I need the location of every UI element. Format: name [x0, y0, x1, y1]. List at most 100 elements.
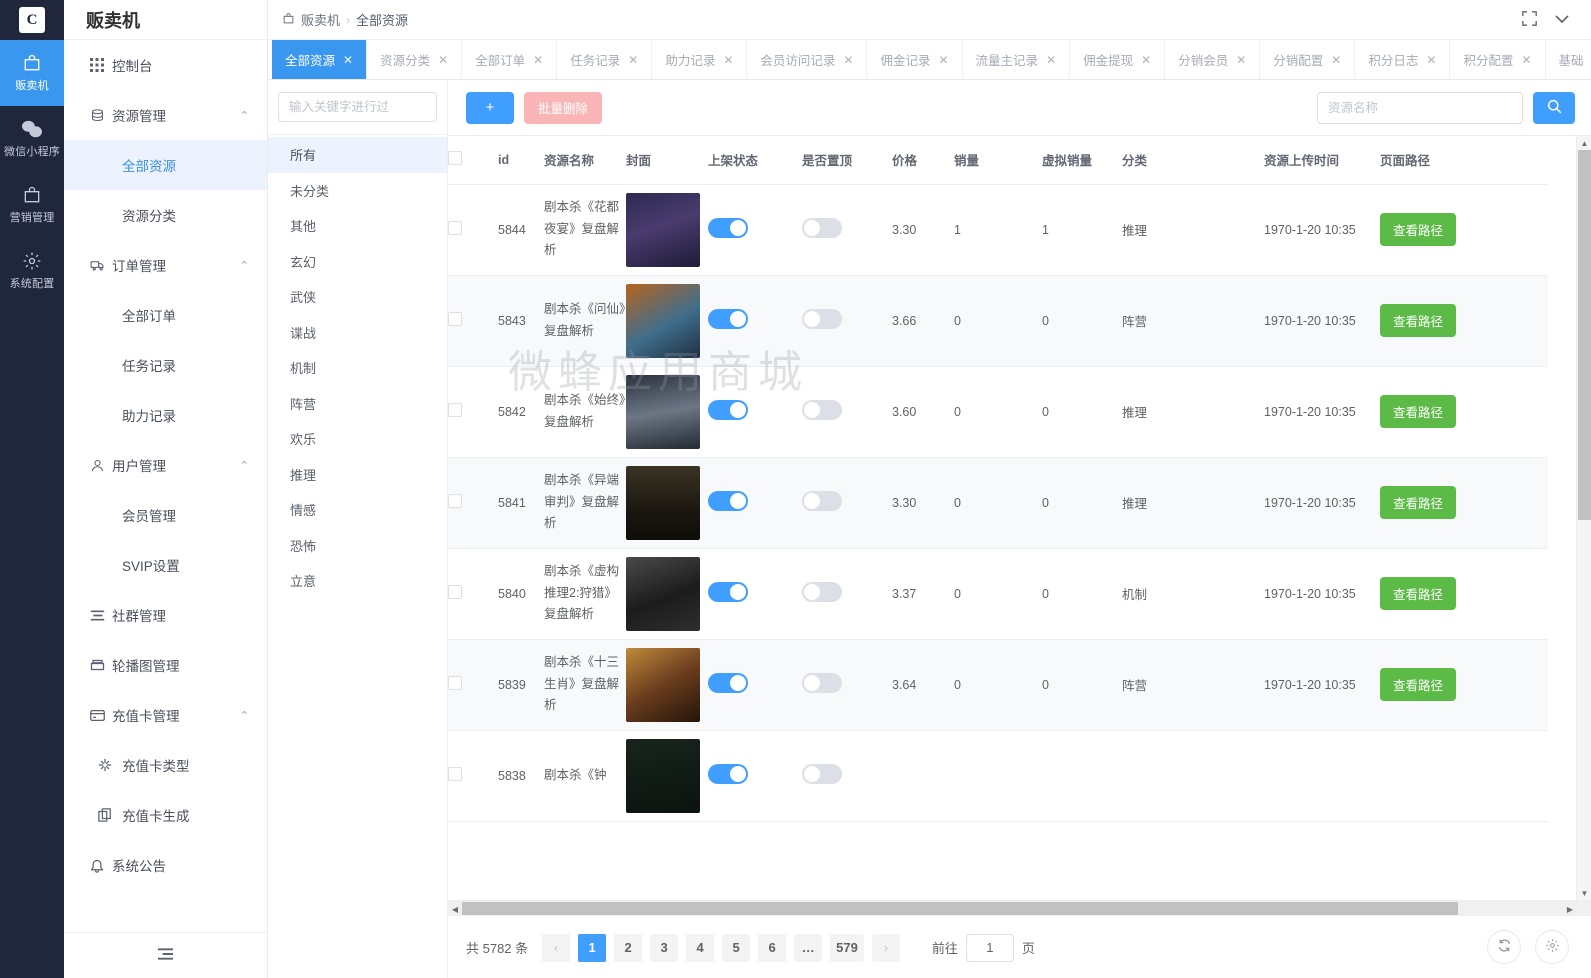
close-icon[interactable]: ✕ — [843, 53, 853, 67]
tab-distribution-config[interactable]: 分销配置 ✕ — [1260, 40, 1356, 79]
pinned-toggle[interactable] — [802, 400, 842, 420]
pinned-toggle[interactable] — [802, 764, 842, 784]
prev-page-button[interactable]: ‹ — [542, 933, 571, 962]
on-shelf-toggle[interactable] — [708, 491, 748, 511]
table-row[interactable]: 5844 剧本杀《花都夜宴》复盘解析 3.30 1 1 推理 1970-1-20… — [448, 184, 1548, 276]
close-icon[interactable]: ✕ — [1046, 53, 1056, 67]
select-all-checkbox[interactable] — [448, 151, 462, 166]
tab-task-records[interactable]: 任务记录 ✕ — [557, 40, 653, 79]
table-row[interactable]: 5839 剧本杀《十三生肖》复盘解析 3.64 0 0 阵营 1970-1-20… — [448, 639, 1548, 731]
category-item-diezhan[interactable]: 谍战 — [268, 315, 447, 351]
category-item-xuanhuan[interactable]: 玄幻 — [268, 244, 447, 280]
tab-all-resources[interactable]: 全部资源 ✕ — [272, 40, 368, 79]
sidebar-item-community-mgmt[interactable]: 社群管理 — [64, 590, 267, 640]
pinned-toggle[interactable] — [802, 582, 842, 602]
close-icon[interactable]: ✕ — [438, 53, 448, 67]
view-path-button[interactable]: 查看路径 — [1380, 213, 1457, 246]
page-ellipsis[interactable]: … — [794, 933, 823, 962]
settings-button[interactable] — [1535, 930, 1569, 964]
table-row[interactable]: 5842 剧本杀《始终》复盘解析 3.60 0 0 推理 1970-1-20 1… — [448, 366, 1548, 458]
scroll-left-arrow[interactable]: ◀ — [448, 901, 462, 917]
close-icon[interactable]: ✕ — [628, 53, 638, 67]
tab-traffic-records[interactable]: 流量主记录 ✕ — [963, 40, 1071, 79]
close-icon[interactable]: ✕ — [1331, 53, 1341, 67]
on-shelf-toggle[interactable] — [708, 673, 748, 693]
sidebar-item-recharge-card-generate[interactable]: 充值卡生成 — [64, 790, 267, 840]
resource-search-input[interactable] — [1317, 91, 1523, 124]
row-checkbox[interactable] — [448, 221, 462, 235]
close-icon[interactable]: ✕ — [723, 53, 733, 67]
on-shelf-toggle[interactable] — [708, 582, 748, 602]
page-button-3[interactable]: 3 — [650, 933, 679, 962]
pinned-toggle[interactable] — [802, 309, 842, 329]
sidebar-item-recharge-card-mgmt[interactable]: 充值卡管理 ⌃ — [64, 690, 267, 740]
on-shelf-toggle[interactable] — [708, 764, 748, 784]
scroll-up-arrow[interactable]: ▲ — [1577, 136, 1591, 150]
tab-member-visit-records[interactable]: 会员访问记录 ✕ — [747, 40, 868, 79]
scroll-down-arrow[interactable]: ▼ — [1577, 886, 1591, 900]
rail-item-system-config[interactable]: 系统配置 — [0, 238, 64, 304]
row-checkbox[interactable] — [448, 676, 462, 690]
row-checkbox[interactable] — [448, 312, 462, 326]
category-item-huanle[interactable]: 欢乐 — [268, 421, 447, 457]
rail-item-wechat-mini[interactable]: 微信小程序 — [0, 106, 64, 172]
close-icon[interactable]: ✕ — [533, 53, 543, 67]
tab-resource-category[interactable]: 资源分类 ✕ — [367, 40, 463, 79]
tab-distribution-members[interactable]: 分销会员 ✕ — [1165, 40, 1261, 79]
sidebar-item-svip-settings[interactable]: SVIP设置 — [64, 540, 267, 590]
on-shelf-toggle[interactable] — [708, 309, 748, 329]
sidebar-item-all-resources[interactable]: 全部资源 — [64, 140, 267, 190]
sidebar-item-carousel-mgmt[interactable]: 轮播图管理 — [64, 640, 267, 690]
tab-points-log[interactable]: 积分日志 ✕ — [1355, 40, 1451, 79]
category-item-wuxia[interactable]: 武侠 — [268, 279, 447, 315]
category-item-uncategorized[interactable]: 未分类 — [268, 173, 447, 209]
pinned-toggle[interactable] — [802, 218, 842, 238]
rail-item-marketing[interactable]: 营销管理 — [0, 172, 64, 238]
tab-basic[interactable]: 基础 — [1546, 40, 1591, 79]
table-row[interactable]: 5841 剧本杀《异端审判》复盘解析 3.30 0 0 推理 1970-1-20… — [448, 457, 1548, 549]
tab-points-config[interactable]: 积分配置 ✕ — [1450, 40, 1546, 79]
tab-commission-withdraw[interactable]: 佣金提现 ✕ — [1070, 40, 1166, 79]
category-item-qinggan[interactable]: 情感 — [268, 492, 447, 528]
pinned-toggle[interactable] — [802, 491, 842, 511]
page-jump-input[interactable] — [965, 933, 1014, 962]
sidebar-item-order-mgmt[interactable]: 订单管理 ⌃ — [64, 240, 267, 290]
horizontal-scrollbar[interactable]: ◀ ▶ — [448, 900, 1591, 916]
tab-all-orders[interactable]: 全部订单 ✕ — [462, 40, 558, 79]
sidebar-item-assist-records[interactable]: 助力记录 — [64, 390, 267, 440]
sidebar-item-console[interactable]: 控制台 — [64, 40, 267, 90]
sidebar-item-system-notice[interactable]: 系统公告 — [64, 840, 267, 890]
rail-item-vending[interactable]: 贩卖机 — [0, 40, 64, 106]
tab-commission-records[interactable]: 佣金记录 ✕ — [867, 40, 963, 79]
close-icon[interactable]: ✕ — [1141, 53, 1151, 67]
view-path-button[interactable]: 查看路径 — [1380, 395, 1457, 428]
sidebar-collapse-button[interactable] — [64, 932, 267, 978]
row-checkbox[interactable] — [448, 585, 462, 599]
page-button-5[interactable]: 5 — [722, 933, 751, 962]
category-item-jizhi[interactable]: 机制 — [268, 350, 447, 386]
close-icon[interactable]: ✕ — [1426, 53, 1436, 67]
bulk-delete-button[interactable]: 批量删除 — [524, 91, 603, 124]
on-shelf-toggle[interactable] — [708, 218, 748, 238]
view-path-button[interactable]: 查看路径 — [1380, 486, 1457, 519]
sidebar-item-resource-mgmt[interactable]: 资源管理 ⌃ — [64, 90, 267, 140]
sidebar-item-all-orders[interactable]: 全部订单 — [64, 290, 267, 340]
category-item-tuili[interactable]: 推理 — [268, 457, 447, 493]
vertical-scroll-thumb[interactable] — [1578, 150, 1591, 520]
page-button-1[interactable]: 1 — [578, 933, 607, 962]
on-shelf-toggle[interactable] — [708, 400, 748, 420]
close-icon[interactable]: ✕ — [1236, 53, 1246, 67]
pinned-toggle[interactable] — [802, 673, 842, 693]
close-icon[interactable]: ✕ — [938, 53, 948, 67]
breadcrumb-home[interactable]: 贩卖机 — [301, 10, 340, 29]
close-icon[interactable]: ✕ — [1521, 53, 1531, 67]
row-checkbox[interactable] — [448, 403, 462, 417]
category-item-other[interactable]: 其他 — [268, 208, 447, 244]
table-row[interactable]: 5840 剧本杀《虚构推理2:狩猎》复盘解析 3.37 0 0 机制 1970-… — [448, 548, 1548, 640]
scroll-right-arrow[interactable]: ▶ — [1563, 901, 1577, 917]
view-path-button[interactable]: 查看路径 — [1380, 304, 1457, 337]
category-item-liyi[interactable]: 立意 — [268, 563, 447, 599]
category-item-zhenying[interactable]: 阵营 — [268, 386, 447, 422]
close-icon[interactable]: ✕ — [343, 53, 353, 67]
refresh-button[interactable] — [1487, 930, 1521, 964]
